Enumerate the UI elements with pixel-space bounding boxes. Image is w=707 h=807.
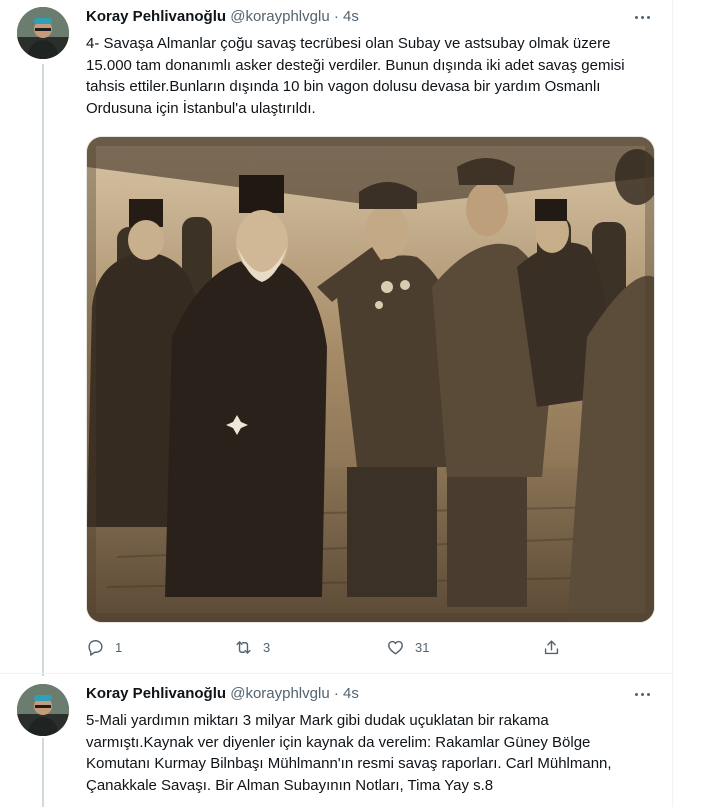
retweet-count: 3 xyxy=(263,639,271,655)
share-button[interactable] xyxy=(542,636,561,658)
author-name[interactable]: Koray Pehlivanoğlu xyxy=(86,8,226,25)
reply-icon xyxy=(86,638,105,657)
author-handle[interactable]: @korayphlvglu xyxy=(230,685,329,702)
timeline-right-border xyxy=(672,0,673,807)
author-name[interactable]: Koray Pehlivanoğlu xyxy=(86,685,226,702)
tweet-text: 4- Savaşa Almanlar çoğu savaş tecrübesi … xyxy=(86,35,625,117)
thread-connector-line xyxy=(42,64,44,676)
retweet-button[interactable]: 3 xyxy=(234,636,270,658)
reply-button[interactable]: 1 xyxy=(86,636,122,658)
author-handle[interactable]: @korayphlvglu xyxy=(230,8,329,25)
more-icon[interactable] xyxy=(630,7,654,27)
tweet-2[interactable]: Koray Pehlivanoğlu @korayphlvglu · 4s 5-… xyxy=(0,674,672,807)
tweet-actions: 1 3 31 xyxy=(86,636,566,658)
retweet-icon xyxy=(234,638,253,657)
separator-dot: · xyxy=(333,8,339,25)
tweet-header: Koray Pehlivanoğlu @korayphlvglu · 4s xyxy=(86,684,359,704)
tweet-timestamp[interactable]: 4s xyxy=(343,8,359,25)
tweet-1[interactable]: Koray Pehlivanoğlu @korayphlvglu · 4s 4-… xyxy=(0,0,672,676)
like-count: 31 xyxy=(415,639,430,655)
reply-count: 1 xyxy=(115,639,123,655)
tweet-photo[interactable] xyxy=(86,136,655,623)
tweet-text: 5-Mali yardımın miktarı 3 milyar Mark gi… xyxy=(86,712,612,794)
avatar[interactable] xyxy=(17,7,69,59)
like-button[interactable]: 31 xyxy=(386,636,429,658)
tweet-timestamp[interactable]: 4s xyxy=(343,685,359,702)
like-icon xyxy=(386,638,405,657)
separator-dot: · xyxy=(333,685,339,702)
more-icon[interactable] xyxy=(630,684,654,704)
thread-connector-line xyxy=(42,738,44,807)
avatar[interactable] xyxy=(17,684,69,736)
share-icon xyxy=(542,638,561,657)
tweet-header: Koray Pehlivanoğlu @korayphlvglu · 4s xyxy=(86,7,359,27)
